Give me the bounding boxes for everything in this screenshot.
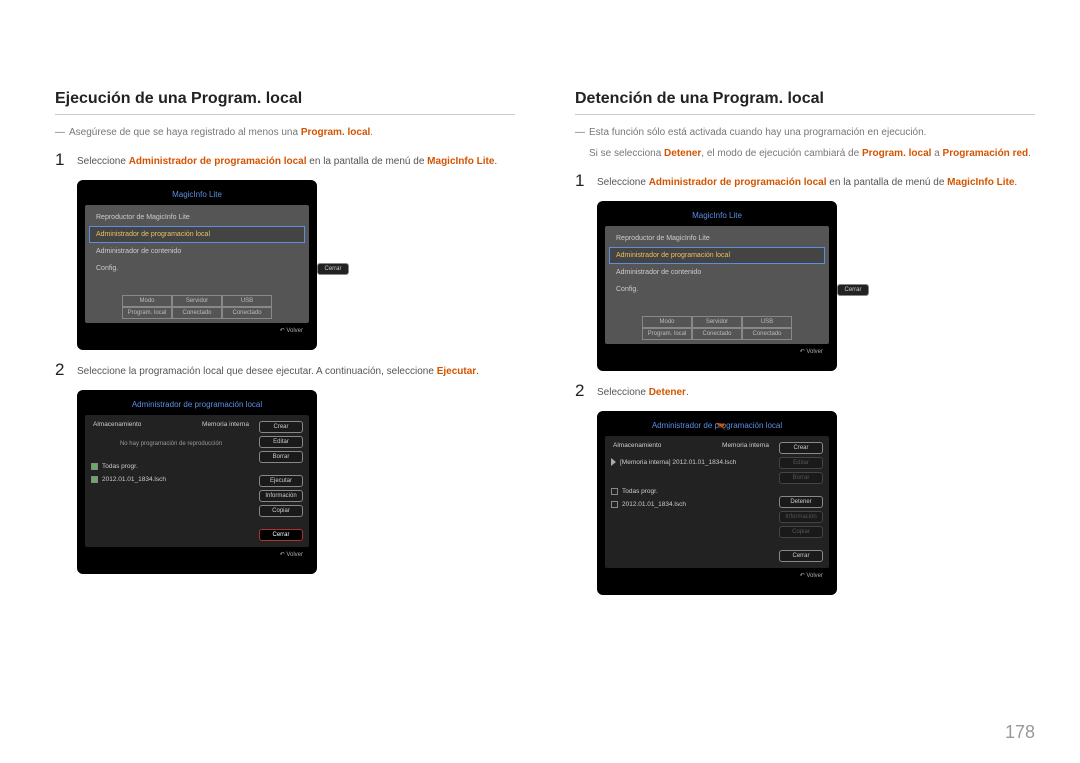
step-number: 2 xyxy=(55,360,77,380)
page-number: 178 xyxy=(1005,722,1035,743)
step-left-1: 1 Seleccione Administrador de programaci… xyxy=(55,150,515,170)
checkbox-icon xyxy=(611,501,618,508)
menu-item: Reproductor de MagicInfo Lite xyxy=(609,230,825,247)
copy-button: Copiar xyxy=(779,526,823,538)
step-number: 1 xyxy=(575,171,597,191)
screenshot-title: MagicInfo Lite xyxy=(85,188,309,205)
menu-item: Administrador de contenido xyxy=(89,243,305,260)
step-left-2: 2 Seleccione la programación local que d… xyxy=(55,360,515,380)
checkbox-icon xyxy=(611,488,618,495)
create-button: Crear xyxy=(779,442,823,454)
heading-left: Ejecución de una Program. local xyxy=(55,90,515,115)
left-column: Ejecución de una Program. local ― Asegúr… xyxy=(55,90,515,605)
step-number: 2 xyxy=(575,381,597,401)
play-icon xyxy=(611,458,616,466)
note-left-1: ― Asegúrese de que se haya registrado al… xyxy=(55,125,515,140)
menu-item: Reproductor de MagicInfo Lite xyxy=(89,209,305,226)
checkbox-icon xyxy=(91,476,98,483)
create-button: Crear xyxy=(259,421,303,433)
stop-button: Detener xyxy=(779,496,823,508)
note-right-1: ― Esta función sólo está activada cuando… xyxy=(575,125,1035,140)
menu-item: Config. xyxy=(609,281,825,298)
screenshot-admin-left: Administrador de programación local Alma… xyxy=(77,390,317,574)
screenshot-title: MagicInfo Lite xyxy=(605,209,829,226)
menu-item: Administrador de contenido xyxy=(609,264,825,281)
return-label: Volver xyxy=(85,547,309,558)
info-button: Información xyxy=(259,490,303,502)
edit-button: Editar xyxy=(259,436,303,448)
heading-right: Detención de una Program. local xyxy=(575,90,1035,115)
return-label: Volver xyxy=(605,344,829,355)
return-label: Volver xyxy=(85,323,309,334)
status-table: Modo Program. local Servidor Conectado U… xyxy=(609,316,825,340)
close-button: Cerrar xyxy=(317,263,349,275)
step-number: 1 xyxy=(55,150,77,170)
dash-icon: ― xyxy=(55,125,65,140)
close-button: Cerrar xyxy=(779,550,823,562)
menu-item-selected: Administrador de programación local xyxy=(89,226,305,243)
dash-icon: ― xyxy=(575,125,585,140)
menu-item: Config. xyxy=(89,260,305,277)
screenshot-magicinfo-right: MagicInfo Lite Reproductor de MagicInfo … xyxy=(597,201,837,371)
step-right-1: 1 Seleccione Administrador de programaci… xyxy=(575,171,1035,191)
close-button: Cerrar xyxy=(837,284,869,296)
note-right-2: Si se selecciona Detener, el modo de eje… xyxy=(575,146,1035,161)
status-table: Modo Program. local Servidor Conectado U… xyxy=(89,295,305,319)
info-button: Información xyxy=(779,511,823,523)
screenshot-title: Administrador de programación local xyxy=(605,419,829,436)
return-label: Volver xyxy=(605,568,829,579)
execute-button: Ejecutar xyxy=(259,475,303,487)
delete-button: Borrar xyxy=(259,451,303,463)
screenshot-admin-right: Administrador de programación local Alma… xyxy=(597,411,837,595)
close-button: Cerrar xyxy=(259,529,303,541)
edit-button: Editar xyxy=(779,457,823,469)
delete-button: Borrar xyxy=(779,472,823,484)
right-column: Detención de una Program. local ― Esta f… xyxy=(575,90,1035,605)
checkbox-icon xyxy=(91,463,98,470)
menu-item-selected: Administrador de programación local xyxy=(609,247,825,264)
screenshot-title: Administrador de programación local xyxy=(85,398,309,415)
copy-button: Copiar xyxy=(259,505,303,517)
step-right-2: 2 Seleccione Detener. xyxy=(575,381,1035,401)
screenshot-magicinfo-left: MagicInfo Lite Reproductor de MagicInfo … xyxy=(77,180,317,350)
